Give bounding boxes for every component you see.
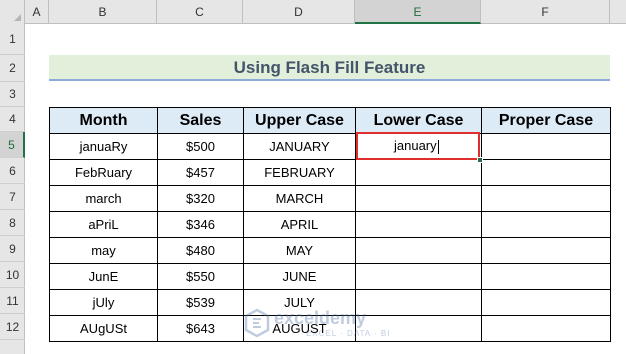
month-cell[interactable]: JunE [49, 263, 158, 290]
column-header-d[interactable]: D [243, 0, 355, 24]
row-header-1[interactable]: 1 [0, 24, 25, 55]
proper-case-cell[interactable] [481, 211, 611, 238]
upper-case-cell[interactable]: JUNE [243, 263, 356, 290]
sales-cell[interactable]: $539 [157, 289, 244, 316]
month-cell[interactable]: aPriL [49, 211, 158, 238]
column-header-e[interactable]: E [355, 0, 481, 24]
active-cell-text: january [394, 138, 437, 153]
sales-cell[interactable]: $457 [157, 159, 244, 186]
proper-case-cell[interactable] [481, 237, 611, 264]
row-header-9[interactable]: 9 [0, 236, 25, 262]
row-header-12[interactable]: 12 [0, 314, 25, 340]
select-all-button[interactable] [0, 0, 25, 24]
table-row: march $320 MARCH [49, 185, 611, 212]
upper-case-cell[interactable]: FEBRUARY [243, 159, 356, 186]
header-upper-case[interactable]: Upper Case [243, 107, 356, 134]
lower-case-cell[interactable] [355, 159, 482, 186]
sales-cell[interactable]: $346 [157, 211, 244, 238]
fill-handle[interactable] [477, 157, 483, 163]
row-header-11[interactable]: 11 [0, 288, 25, 314]
sales-cell[interactable]: $320 [157, 185, 244, 212]
sheet-title[interactable]: Using Flash Fill Feature [49, 55, 610, 81]
row-header-10[interactable]: 10 [0, 262, 25, 288]
upper-case-cell[interactable]: APRIL [243, 211, 356, 238]
table-row: may $480 MAY [49, 237, 611, 264]
row-header-7[interactable]: 7 [0, 184, 25, 210]
table-row: JunE $550 JUNE [49, 263, 611, 290]
proper-case-cell[interactable] [481, 159, 611, 186]
row-header-4[interactable]: 4 [0, 107, 25, 132]
row-header-5[interactable]: 5 [0, 132, 25, 158]
lower-case-cell[interactable] [355, 237, 482, 264]
watermark-subtitle: EXCEL · DATA · BI [306, 329, 391, 338]
upper-case-cell[interactable]: MAY [243, 237, 356, 264]
sales-cell[interactable]: $643 [157, 315, 244, 342]
column-header-a[interactable]: A [25, 0, 49, 24]
row-header-8[interactable]: 8 [0, 210, 25, 236]
header-month[interactable]: Month [49, 107, 158, 134]
lower-case-cell[interactable] [355, 211, 482, 238]
month-cell[interactable]: may [49, 237, 158, 264]
sales-cell[interactable]: $480 [157, 237, 244, 264]
active-cell-editor[interactable]: january [356, 132, 480, 160]
upper-case-cell[interactable]: MARCH [243, 185, 356, 212]
month-cell[interactable]: march [49, 185, 158, 212]
column-header-bar: A B C D E F [0, 0, 626, 24]
header-lower-case[interactable]: Lower Case [355, 107, 482, 134]
proper-case-cell[interactable] [481, 289, 611, 316]
watermark-logo-icon [244, 308, 270, 338]
proper-case-cell[interactable] [481, 133, 611, 160]
watermark: exceldemy EXCEL · DATA · BI [244, 306, 394, 342]
month-cell[interactable]: jUly [49, 289, 158, 316]
row-header-bar: 1 2 3 4 5 6 7 8 9 10 11 12 [0, 24, 25, 354]
text-cursor [437, 139, 439, 154]
lower-case-cell[interactable] [355, 263, 482, 290]
table-row: FebRuary $457 FEBRUARY [49, 159, 611, 186]
upper-case-cell[interactable]: JANUARY [243, 133, 356, 160]
proper-case-cell[interactable] [481, 263, 611, 290]
row-header-6[interactable]: 6 [0, 158, 25, 184]
column-header-c[interactable]: C [157, 0, 243, 24]
sales-cell[interactable]: $500 [157, 133, 244, 160]
table-row: aPriL $346 APRIL [49, 211, 611, 238]
row-header-3[interactable]: 3 [0, 82, 25, 107]
header-proper-case[interactable]: Proper Case [481, 107, 611, 134]
lower-case-cell[interactable] [355, 185, 482, 212]
watermark-name: exceldemy [274, 308, 367, 328]
column-header-f[interactable]: F [481, 0, 610, 24]
select-all-icon [14, 14, 21, 21]
month-cell[interactable]: januaRy [49, 133, 158, 160]
column-header-b[interactable]: B [49, 0, 157, 24]
sales-cell[interactable]: $550 [157, 263, 244, 290]
proper-case-cell[interactable] [481, 185, 611, 212]
row-header-2[interactable]: 2 [0, 55, 25, 82]
month-cell[interactable]: FebRuary [49, 159, 158, 186]
table-header-row: Month Sales Upper Case Lower Case Proper… [49, 107, 611, 134]
header-sales[interactable]: Sales [157, 107, 244, 134]
table-row: januaRy $500 JANUARY [49, 133, 611, 160]
proper-case-cell[interactable] [481, 315, 611, 342]
month-cell[interactable]: AUgUSt [49, 315, 158, 342]
